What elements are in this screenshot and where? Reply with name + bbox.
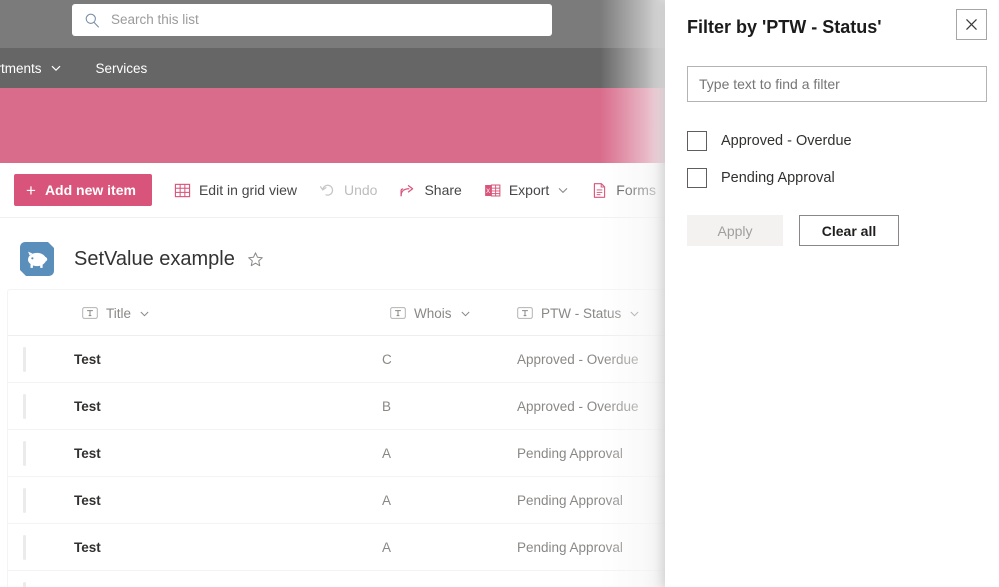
filter-panel-header: Filter by 'PTW - Status' [665,0,999,54]
text-field-icon [517,307,533,319]
list-region: Search this list epartments Services + A… [0,0,665,587]
column-header-whois[interactable]: Whois [390,290,471,336]
search-placeholder: Search this list [111,12,199,28]
column-header-title[interactable]: Title [82,290,150,336]
filter-search-input[interactable]: Type text to find a filter [687,66,987,102]
nav-item-departments[interactable]: epartments [0,48,62,88]
suite-bar: Search this list [0,0,665,48]
table-row[interactable]: Test A Pending Approval [8,430,665,477]
nav-item-services[interactable]: Services [96,48,148,88]
plus-icon: + [26,180,36,200]
row-selection-indicator[interactable] [23,488,26,513]
favorite-star-icon[interactable] [247,251,264,268]
column-header-row: Title Whois PTW - Status [8,290,665,336]
column-header-label: PTW - Status [541,305,622,321]
share-label: Share [424,182,462,198]
edit-in-grid-view-button[interactable]: Edit in grid view [174,170,297,210]
checkbox[interactable] [687,131,707,151]
edit-in-grid-view-label: Edit in grid view [198,182,297,198]
filter-panel-title: Filter by 'PTW - Status' [687,16,882,37]
site-navigation: epartments Services [0,48,665,88]
filter-option-label: Approved - Overdue [721,133,852,149]
close-button[interactable] [956,9,987,40]
row-selection-indicator[interactable] [23,535,26,560]
filter-option-pending-approval[interactable]: Pending Approval [687,166,835,190]
cell-title: Test [74,446,101,461]
add-new-item-button[interactable]: + Add new item [14,174,152,206]
text-field-icon [82,307,98,319]
undo-icon [319,184,334,196]
close-icon [966,19,977,30]
export-label: Export [508,182,550,198]
filter-panel: Filter by 'PTW - Status' Type text to fi… [665,0,999,587]
chevron-down-icon [140,311,149,316]
cell-title: Test [74,493,101,508]
column-header-label: Title [106,305,132,321]
column-header-label: Whois [414,305,452,321]
nav-item-label: epartments [0,60,42,76]
share-icon [400,184,414,196]
cell-whois: C [382,352,392,367]
search-icon [85,13,100,28]
table-row[interactable]: Test A Pending Approval [8,524,665,571]
undo-button[interactable]: Undo [319,170,377,210]
table-row[interactable]: Test A Pending Approval [8,477,665,524]
cell-ptw-status: Pending Approval [517,446,623,461]
cell-whois: A [382,540,392,555]
search-input[interactable]: Search this list [72,4,552,36]
cell-ptw-status: Approved - Overdue [517,399,639,414]
chevron-down-icon [51,65,60,72]
cell-whois: A [382,493,392,508]
cell-whois: B [382,399,392,414]
chevron-down-icon [460,311,470,316]
row-selection-indicator[interactable] [23,394,26,419]
row-selection-indicator[interactable] [23,347,26,372]
text-field-icon [390,307,406,319]
clear-all-button[interactable]: Clear all [799,215,899,246]
cell-ptw-status: Pending Approval [517,540,623,555]
excel-export-icon: X [484,184,501,196]
checkbox[interactable] [687,168,707,188]
forms-button[interactable]: Forms [591,170,656,210]
apply-label: Apply [717,222,753,239]
forms-document-icon [594,182,606,198]
column-header-ptw-status[interactable]: PTW - Status [517,290,640,336]
export-button[interactable]: X Export [484,170,569,210]
apply-button[interactable]: Apply [687,215,783,246]
command-bar: + Add new item Edit in grid view Undo Sh… [0,163,665,218]
clear-all-label: Clear all [821,222,877,239]
row-selection-indicator[interactable] [23,582,26,587]
app-root: Search this list epartments Services + A… [0,0,999,587]
table-row[interactable]: Test C Approved - Overdue [8,336,665,383]
chevron-down-icon [630,311,639,316]
add-new-item-label: Add new item [44,182,136,198]
undo-label: Undo [344,182,378,198]
cell-ptw-status: Pending Approval [517,493,623,508]
chevron-down-icon [558,188,568,194]
svg-text:X: X [486,188,490,194]
filter-option-label: Pending Approval [721,170,835,186]
list-grid: Title Whois PTW - Status Test C Approved… [8,290,665,587]
cell-title: Test [74,352,101,367]
cell-title: Test [74,399,101,414]
row-selection-indicator[interactable] [23,441,26,466]
cell-ptw-status: Approved - Overdue [517,352,639,367]
share-button[interactable]: Share [399,170,462,210]
forms-label: Forms [616,182,656,198]
list-header: SetValue example [0,228,665,290]
site-header-band [0,88,665,163]
table-row[interactable]: Test B Approved - Overdue [8,383,665,430]
piggy-bank-list-icon [20,242,54,276]
cell-title: Test [74,540,101,555]
page-title: SetValue example [74,247,235,270]
filter-panel-actions: Apply Clear all [687,215,899,246]
table-row-partial[interactable] [8,571,665,587]
grid-icon [174,183,191,197]
nav-item-label: Services [95,60,148,76]
filter-search-placeholder: Type text to find a filter [699,76,840,92]
cell-whois: A [382,446,392,461]
filter-option-approved-overdue[interactable]: Approved - Overdue [687,129,852,153]
